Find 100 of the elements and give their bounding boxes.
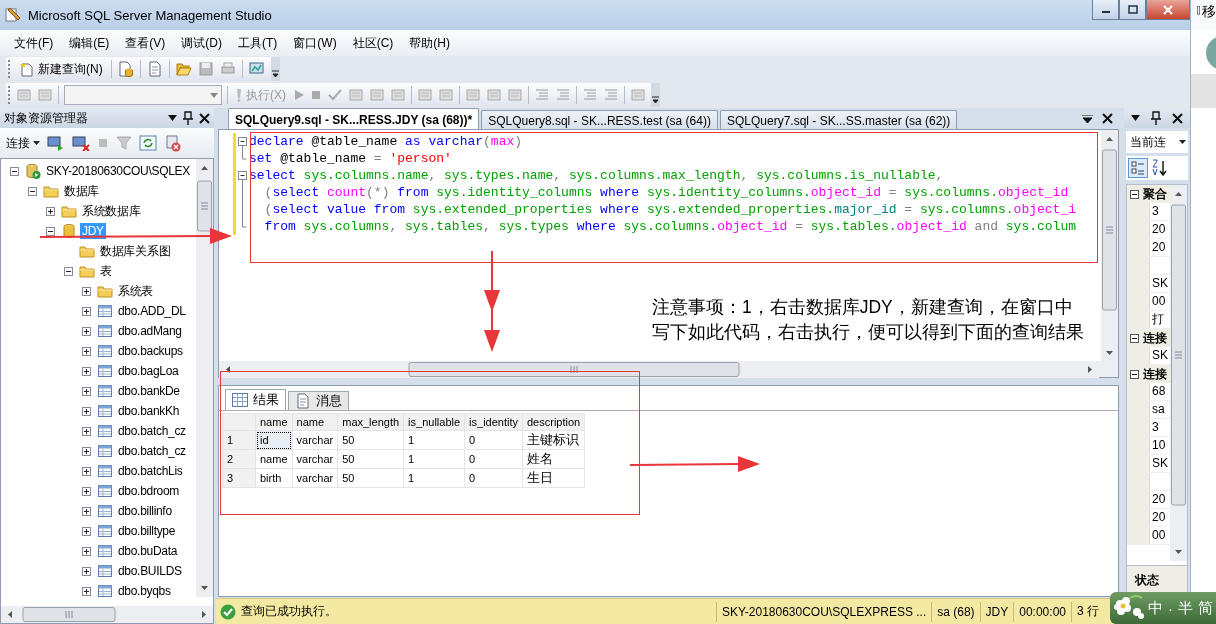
tree-item[interactable]: SKY-20180630COU\SQLEX bbox=[44, 163, 193, 179]
table-cell: 1 bbox=[403, 468, 465, 488]
collapse-icon[interactable] bbox=[1130, 333, 1139, 343]
expand-icon[interactable] bbox=[82, 306, 91, 316]
expand-icon[interactable] bbox=[82, 406, 91, 416]
close-icon[interactable] bbox=[1102, 113, 1113, 124]
expand-icon[interactable] bbox=[82, 506, 91, 516]
minimize-button[interactable] bbox=[1092, 0, 1119, 20]
menu-item[interactable]: 工具(T) bbox=[230, 32, 286, 54]
table-icon bbox=[97, 403, 113, 419]
expand-icon[interactable] bbox=[82, 486, 91, 496]
restore-icon bbox=[1126, 4, 1139, 15]
connect-icon[interactable] bbox=[47, 135, 65, 151]
expand-icon[interactable] bbox=[82, 366, 91, 376]
table-icon bbox=[97, 563, 113, 579]
dropdown-icon[interactable] bbox=[168, 115, 177, 121]
tree-item[interactable]: dbo.bdroom bbox=[116, 483, 182, 499]
dropdown-icon[interactable] bbox=[1082, 114, 1093, 123]
menu-item[interactable]: 窗口(W) bbox=[285, 32, 345, 54]
overflow-icon[interactable] bbox=[651, 96, 660, 104]
disconnect-icon[interactable] bbox=[72, 135, 90, 151]
ime-button[interactable]: · bbox=[1168, 599, 1173, 617]
tree-item[interactable]: dbo.byqbs bbox=[116, 583, 173, 599]
list-icon bbox=[582, 87, 598, 103]
connect-button[interactable]: 连接 bbox=[6, 134, 40, 152]
close-icon[interactable] bbox=[1171, 112, 1183, 124]
ime-button[interactable]: 中 bbox=[1148, 598, 1163, 618]
document-tab[interactable]: SQLQuery9.sql - SK...RESS.JDY (sa (68))* bbox=[228, 108, 480, 129]
collapse-icon[interactable] bbox=[64, 266, 73, 276]
tree-item[interactable]: dbo.batch_cz bbox=[116, 423, 188, 439]
script-icon[interactable] bbox=[164, 134, 182, 152]
tree-item[interactable]: dbo.buData bbox=[116, 543, 180, 559]
result-tab[interactable]: 消息 bbox=[288, 391, 349, 410]
collapse-icon[interactable] bbox=[46, 226, 55, 236]
tree-item[interactable]: dbo.billtype bbox=[116, 523, 178, 539]
property-row: SK bbox=[1127, 275, 1170, 293]
pin-icon[interactable] bbox=[1151, 111, 1161, 125]
document-tab[interactable]: SQLQuery7.sql - SK...SS.master (sa (62)) bbox=[719, 110, 958, 129]
category-label: 连接 bbox=[1143, 365, 1167, 383]
pin-icon[interactable] bbox=[183, 111, 193, 125]
result-tab[interactable]: 结果 bbox=[225, 389, 286, 410]
category-label: 聚合 bbox=[1143, 185, 1167, 203]
tree-item[interactable]: 系统表 bbox=[116, 281, 156, 301]
menu-item[interactable]: 调试(D) bbox=[173, 32, 230, 54]
object-dropdown[interactable]: 当前连 bbox=[1126, 131, 1188, 153]
ime-button[interactable]: 简 bbox=[1198, 598, 1213, 618]
collapse-icon[interactable] bbox=[1130, 369, 1139, 379]
expand-icon[interactable] bbox=[82, 426, 91, 436]
menu-item[interactable]: 帮助(H) bbox=[401, 32, 458, 54]
expand-icon[interactable] bbox=[46, 206, 55, 216]
document-tab[interactable]: SQLQuery8.sql - SK...RESS.test (sa (64)) bbox=[481, 110, 718, 129]
tree-item[interactable]: dbo.bankDe bbox=[116, 383, 182, 399]
close-button[interactable] bbox=[1146, 0, 1190, 20]
tree-item[interactable]: 表 bbox=[98, 261, 114, 281]
table-icon bbox=[97, 543, 113, 559]
expand-icon[interactable] bbox=[82, 466, 91, 476]
maximize-button[interactable] bbox=[1119, 0, 1146, 20]
tree-item[interactable]: dbo.BUILDS bbox=[116, 563, 184, 579]
tree-item[interactable]: 数据库关系图 bbox=[98, 241, 173, 261]
expand-icon[interactable] bbox=[82, 526, 91, 536]
table-icon bbox=[97, 363, 113, 379]
grid-icon bbox=[232, 393, 248, 407]
dropdown-icon[interactable] bbox=[1131, 115, 1141, 121]
tree-item[interactable]: dbo.bankKh bbox=[116, 403, 182, 419]
collapse-icon[interactable] bbox=[28, 186, 37, 196]
expand-icon[interactable] bbox=[82, 546, 91, 556]
tree-item[interactable]: dbo.batch_cz bbox=[116, 443, 188, 459]
tree-item[interactable]: dbo.billinfo bbox=[116, 503, 174, 519]
collapse-icon[interactable] bbox=[1130, 189, 1139, 199]
table-icon bbox=[97, 443, 113, 459]
expand-icon[interactable] bbox=[82, 346, 91, 356]
save-icon bbox=[197, 61, 214, 77]
expand-icon[interactable] bbox=[82, 326, 91, 336]
tree-item[interactable]: dbo.bagLoa bbox=[116, 363, 181, 379]
menu-item[interactable]: 社区(C) bbox=[344, 32, 402, 54]
expand-icon[interactable] bbox=[82, 386, 91, 396]
property-row: 10 bbox=[1127, 437, 1170, 455]
tree-item[interactable]: 系统数据库 bbox=[80, 201, 143, 221]
table-cell: 50 bbox=[337, 468, 404, 488]
overflow-icon[interactable] bbox=[270, 70, 280, 78]
menu-item[interactable]: 查看(V) bbox=[117, 32, 174, 54]
expand-icon[interactable] bbox=[82, 566, 91, 576]
tree-item[interactable]: dbo.adMang bbox=[116, 323, 184, 339]
expand-icon[interactable] bbox=[82, 586, 91, 596]
close-icon[interactable] bbox=[199, 112, 210, 124]
expand-icon[interactable] bbox=[82, 286, 91, 296]
tree-item[interactable]: dbo.backups bbox=[116, 343, 185, 359]
tree-item[interactable]: dbo.batchLis bbox=[116, 463, 185, 479]
menu-item[interactable]: 文件(F) bbox=[6, 32, 62, 54]
annotation-note: 写下如此代码，右击执行，便可以得到下面的查询结果 bbox=[652, 320, 1084, 344]
column-header: description bbox=[522, 413, 585, 431]
tree-item[interactable]: 数据库 bbox=[62, 181, 102, 201]
tree-item[interactable]: dbo.ADD_DL bbox=[116, 303, 188, 319]
collapse-icon[interactable] bbox=[10, 166, 19, 176]
menu-item[interactable]: 编辑(E) bbox=[61, 32, 118, 54]
ime-button[interactable]: 半 bbox=[1178, 598, 1193, 618]
expand-icon[interactable] bbox=[82, 446, 91, 456]
refresh-icon[interactable] bbox=[139, 135, 157, 151]
list-icon bbox=[534, 87, 550, 103]
database-icon bbox=[61, 223, 77, 239]
